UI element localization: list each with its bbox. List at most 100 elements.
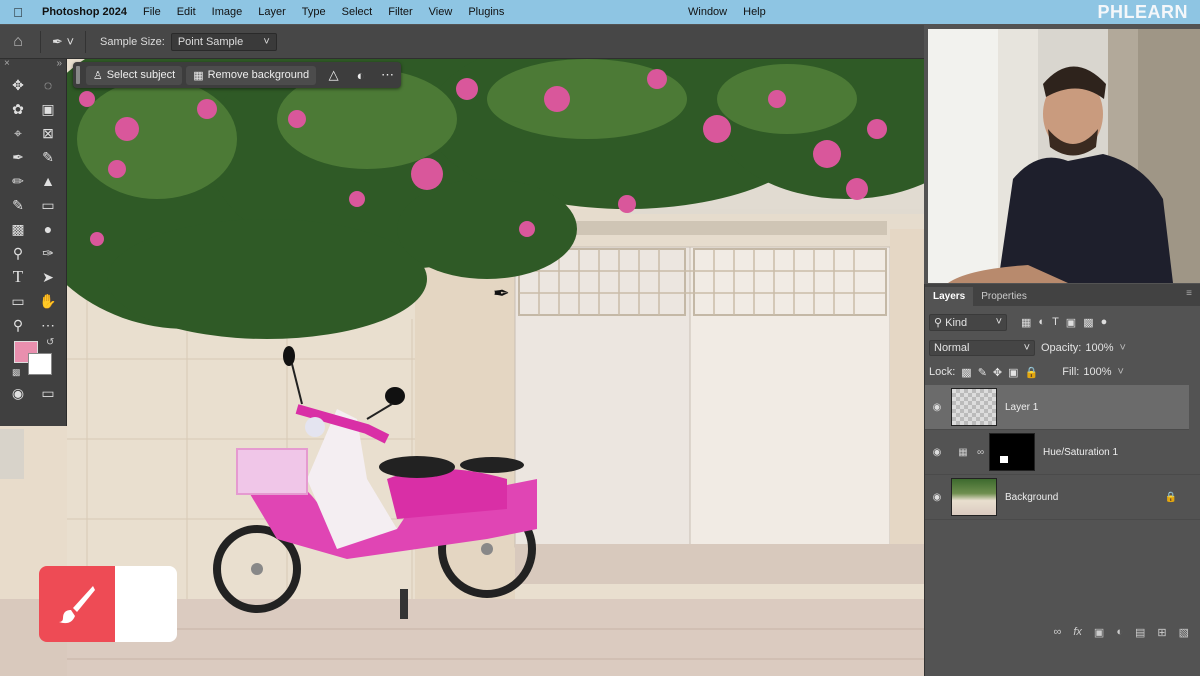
default-colors-icon[interactable]: ▩: [12, 367, 21, 378]
lock-artboard-icon[interactable]: ▣: [1008, 366, 1018, 379]
background-color-swatch[interactable]: [28, 353, 52, 375]
sample-size-select[interactable]: Point Sample ˅: [170, 32, 277, 51]
swap-colors-icon[interactable]: ↺: [46, 337, 54, 348]
smart-object-filter-icon[interactable]: ▩: [1083, 316, 1093, 329]
type-tool-icon[interactable]: T: [3, 265, 33, 289]
lock-pixels-icon[interactable]: ✎: [978, 366, 987, 379]
fx-icon[interactable]: fx: [1073, 626, 1082, 638]
photoshop-window:  Photoshop 2024 File Edit Image Layer T…: [0, 0, 1200, 676]
menu-app-name[interactable]: Photoshop 2024: [36, 6, 135, 18]
zoom-tool-icon[interactable]: ⚲: [3, 313, 33, 337]
eyedropper-tool-preset-icon[interactable]: ✒ ˅: [45, 34, 81, 50]
blur-tool-icon[interactable]: ●: [33, 217, 63, 241]
menu-type[interactable]: Type: [294, 6, 334, 18]
eye-icon[interactable]: ◉: [925, 402, 949, 413]
drag-handle[interactable]: [76, 66, 80, 84]
menu-file[interactable]: File: [135, 6, 169, 18]
trash-icon[interactable]: ▧: [1179, 626, 1189, 639]
tab-properties[interactable]: Properties: [973, 287, 1035, 306]
collapse-icon[interactable]: »: [56, 59, 62, 73]
more-options-icon[interactable]: ⋯: [374, 67, 401, 83]
document-canvas[interactable]: ✒: [67, 59, 924, 676]
eye-icon[interactable]: ◉: [925, 492, 949, 503]
lock-icon: 🔒: [1164, 491, 1177, 503]
crop-tool-icon[interactable]: ⌖: [3, 121, 33, 145]
tab-layers[interactable]: Layers: [925, 287, 974, 306]
shape-filter-icon[interactable]: ▣: [1066, 316, 1076, 329]
add-mask-icon[interactable]: ▣: [1094, 626, 1104, 639]
menu-view[interactable]: View: [421, 6, 461, 18]
select-subject-button[interactable]: ♙ Select subject: [85, 65, 183, 85]
new-group-icon[interactable]: ▤: [1135, 626, 1145, 639]
remove-background-button[interactable]: ▦ Remove background: [186, 65, 317, 85]
layer-mask-thumbnail[interactable]: [989, 433, 1035, 471]
path-select-tool-icon[interactable]: ➤: [33, 265, 63, 289]
panel-menu-icon[interactable]: ≡: [1186, 288, 1192, 299]
eye-icon[interactable]: ◉: [925, 447, 949, 458]
new-adjustment-icon[interactable]: ◐: [1116, 626, 1123, 638]
gradient-tool-icon[interactable]: ▩: [3, 217, 33, 241]
hand-tool-icon[interactable]: ✋: [33, 289, 63, 313]
menu-filter[interactable]: Filter: [380, 6, 420, 18]
menu-edit[interactable]: Edit: [169, 6, 204, 18]
healing-brush-tool-icon[interactable]: ✎: [33, 145, 63, 169]
layer-row-layer-1[interactable]: ◉ Layer 1: [925, 385, 1189, 430]
layer-row-background[interactable]: ◉ Background 🔒: [925, 475, 1200, 520]
menu-plugins[interactable]: Plugins: [460, 6, 512, 18]
dodge-tool-icon[interactable]: ⚲: [3, 241, 33, 265]
brush-tool-icon[interactable]: ✏: [3, 169, 33, 193]
adjustment-layer-icon: ▦: [958, 446, 968, 458]
select-subject-label: Select subject: [106, 69, 176, 81]
pixel-filter-icon[interactable]: ▦: [1021, 316, 1031, 329]
divider: [40, 30, 41, 53]
opacity-slider-icon[interactable]: ˅: [1120, 342, 1126, 354]
screen-mode-icon[interactable]: ▭: [33, 381, 63, 405]
object-select-tool-icon[interactable]: ▣: [33, 97, 63, 121]
new-layer-icon[interactable]: ⊞: [1157, 626, 1166, 639]
sample-size-value: Point Sample: [177, 35, 244, 48]
link-layers-icon[interactable]: ∞: [1054, 626, 1062, 638]
close-icon[interactable]: ×: [4, 59, 10, 73]
menu-help[interactable]: Help: [735, 6, 774, 18]
home-icon[interactable]: ⌂: [0, 33, 36, 51]
blend-mode-select[interactable]: Normal ˅: [929, 340, 1035, 356]
more-tools-icon[interactable]: ⋯: [33, 313, 63, 337]
adjustment-icon[interactable]: ◐: [347, 68, 374, 83]
menu-select[interactable]: Select: [334, 6, 381, 18]
lock-transparent-icon[interactable]: ▩: [961, 366, 971, 379]
blend-mode-value: Normal: [934, 342, 970, 354]
menu-window[interactable]: Window: [680, 6, 735, 18]
divider: [85, 30, 86, 53]
adjustment-filter-icon[interactable]: ◐: [1038, 316, 1045, 329]
link-icon[interactable]: ∞: [977, 447, 987, 458]
menu-layer[interactable]: Layer: [250, 6, 294, 18]
menu-image[interactable]: Image: [204, 6, 251, 18]
move-tool-icon[interactable]: ✥: [3, 73, 33, 97]
fill-slider-icon[interactable]: ˅: [1118, 366, 1124, 378]
lock-all-icon[interactable]: 🔒: [1025, 366, 1039, 379]
history-brush-tool-icon[interactable]: ✎: [3, 193, 33, 217]
rectangle-tool-icon[interactable]: ▭: [3, 289, 33, 313]
layer-row-hue-saturation-1[interactable]: ◉ ▦ ∞ Hue/Saturation 1: [925, 430, 1200, 475]
panel-tabs: Layers Properties ≡: [925, 284, 1200, 306]
frame-tool-icon[interactable]: ⊠: [33, 121, 63, 145]
tools-panel-header[interactable]: ×»: [0, 59, 66, 73]
eyedropper-tool-icon[interactable]: ✒: [3, 145, 33, 169]
filter-toggle-icon[interactable]: ●: [1101, 316, 1108, 329]
pen-tool-icon[interactable]: ✑: [33, 241, 63, 265]
marquee-tool-icon[interactable]: ◌: [33, 73, 63, 97]
lock-position-icon[interactable]: ✥: [993, 366, 1002, 379]
lasso-tool-icon[interactable]: ✿: [3, 97, 33, 121]
quick-mask-icon[interactable]: ◉: [3, 381, 33, 405]
layer-thumbnail: [951, 478, 997, 516]
type-filter-icon[interactable]: T: [1052, 316, 1059, 329]
filter-kind-select[interactable]: ⚲ Kind ˅: [929, 313, 1007, 331]
transform-icon[interactable]: △: [320, 67, 347, 83]
options-bar: ⌂ ✒ ˅ Sample Size: Point Sample ˅: [0, 25, 924, 59]
apple-icon[interactable]: : [0, 5, 36, 20]
fill-value[interactable]: 100%: [1083, 366, 1111, 378]
clone-stamp-tool-icon[interactable]: ▲: [33, 169, 63, 193]
eraser-tool-icon[interactable]: ▭: [33, 193, 63, 217]
opacity-value[interactable]: 100%: [1085, 342, 1113, 354]
brush-badge: [39, 566, 177, 642]
